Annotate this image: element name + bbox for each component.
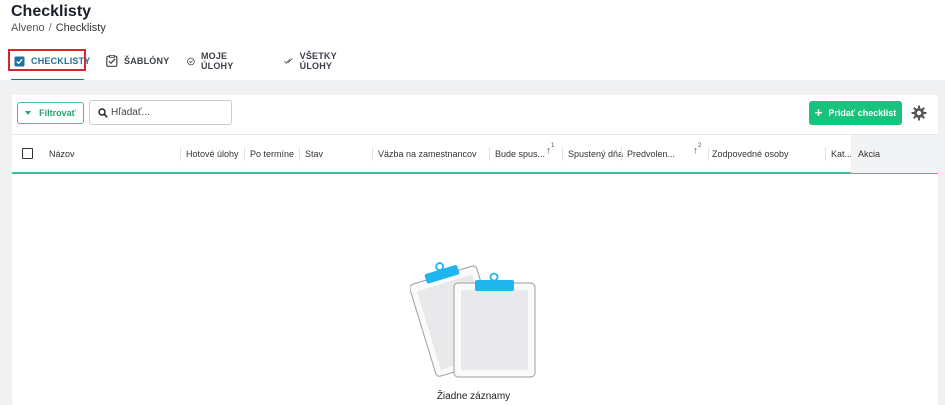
column-header-po-termine[interactable]: Po termíne — [250, 135, 294, 173]
column-divider[interactable] — [299, 147, 300, 161]
column-header-akcia: Akcia — [851, 135, 938, 173]
search-input[interactable] — [111, 107, 226, 118]
add-checklist-label: Pridať checklist — [828, 108, 897, 118]
column-divider[interactable] — [489, 147, 490, 161]
column-header-zodpovedne-osoby[interactable]: Zodpovedné osoby — [712, 135, 789, 173]
sort-asc-icon[interactable]: ↑2 — [693, 143, 702, 156]
tab-label: MOJE ÚLOHY — [200, 51, 234, 71]
sort-order: 2 — [698, 143, 702, 149]
tab-checklisty[interactable]: CHECKLISTY — [14, 46, 91, 76]
filter-label: Filtrovať — [39, 108, 76, 118]
column-header-stav[interactable]: Stav — [305, 135, 323, 173]
column-divider[interactable] — [244, 147, 245, 161]
gear-icon[interactable] — [911, 105, 927, 121]
search-icon — [98, 107, 108, 118]
filter-button[interactable]: Filtrovať — [17, 102, 84, 124]
column-header-hotove-ulohy[interactable]: Hotové úlohy — [186, 135, 239, 173]
column-divider[interactable] — [708, 147, 709, 161]
breadcrumb: Alveno / Checklisty — [11, 22, 106, 34]
page-header: Checklisty Alveno / Checklisty CHECKLISTY … — [0, 0, 945, 81]
column-divider[interactable] — [825, 147, 826, 161]
tab-moje-ulohy[interactable]: MOJE ÚLOHY — [187, 46, 239, 76]
search-box[interactable] — [89, 100, 232, 125]
breadcrumb-separator: / — [48, 22, 52, 34]
tab-sablony[interactable]: ŠABLÓNY — [106, 46, 169, 76]
column-header-bude-spustene[interactable]: Bude spus... — [495, 135, 545, 173]
tab-label: CHECKLISTY — [31, 56, 91, 66]
column-header-nazov[interactable]: Názov — [49, 135, 75, 173]
column-header-spusteny-dna[interactable]: Spustený dňa — [568, 135, 623, 173]
breadcrumb-current: Checklisty — [55, 22, 106, 34]
column-header-predvolene[interactable]: Predvolen... — [627, 135, 675, 173]
circle-check-icon — [187, 57, 195, 65]
tab-label: VŠETKY ÚLOHY — [299, 51, 337, 71]
column-divider[interactable] — [621, 147, 622, 161]
checkbox-icon — [106, 55, 118, 67]
tab-vsetky-ulohy[interactable]: VŠETKY ÚLOHY — [284, 46, 343, 76]
double-check-icon — [284, 58, 293, 64]
clipboard-check-icon — [14, 56, 25, 67]
empty-state-label: Žiadne záznamy — [436, 391, 511, 402]
empty-clipboards-illustration — [410, 262, 536, 378]
plus-icon: + — [814, 105, 823, 120]
column-divider[interactable] — [372, 147, 373, 161]
page-title: Checklisty — [11, 3, 92, 20]
column-header-kategoria[interactable]: Kat... — [831, 135, 852, 173]
column-divider[interactable] — [180, 147, 181, 161]
tab-label: ŠABLÓNY — [124, 56, 170, 66]
caret-down-icon — [25, 111, 32, 115]
sort-order: 1 — [551, 143, 555, 149]
select-all-checkbox[interactable] — [22, 148, 33, 159]
column-header-vazba[interactable]: Väzba na zamestnancov — [378, 135, 477, 173]
column-divider[interactable] — [562, 147, 563, 161]
table-header: Názov Hotové úlohy Po termíne Stav Väzba… — [12, 134, 938, 174]
sort-asc-icon[interactable]: ↑1 — [546, 143, 555, 156]
add-checklist-button[interactable]: + Pridať checklist — [809, 101, 902, 125]
empty-state-text: Žiadne záznamy — [0, 391, 945, 402]
breadcrumb-root[interactable]: Alveno — [11, 22, 45, 34]
